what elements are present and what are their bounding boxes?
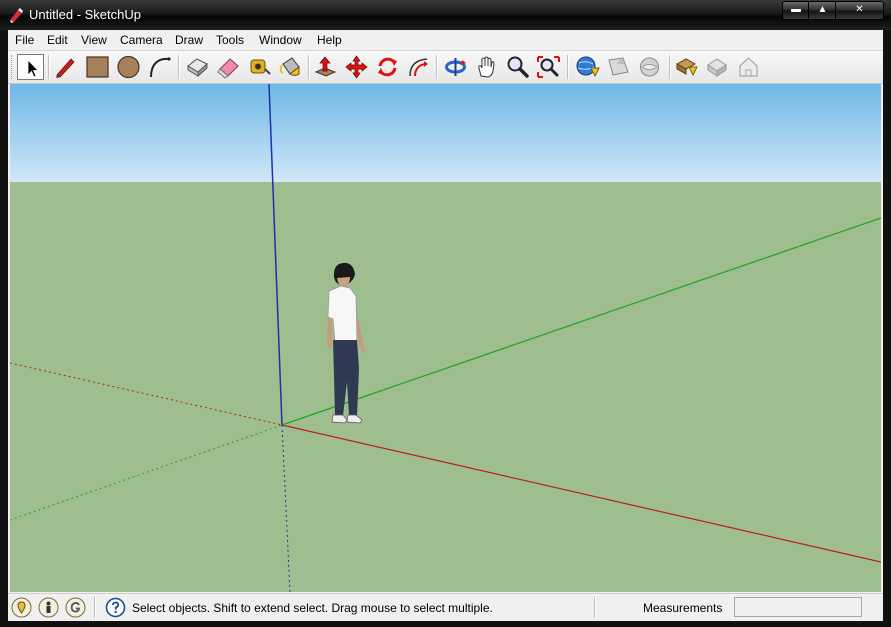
menu-view[interactable]: View — [81, 33, 107, 47]
status-separator — [594, 597, 596, 618]
status-separator — [94, 597, 96, 618]
maximize-button[interactable]: ▲ — [808, 1, 837, 20]
offset-icon — [409, 58, 428, 77]
menu-window[interactable]: Window — [259, 33, 302, 47]
menu-edit[interactable]: Edit — [47, 33, 68, 47]
main-toolbar — [8, 51, 883, 84]
zoom-extents-tool[interactable] — [535, 54, 562, 80]
menu-bar: File Edit View Camera Draw Tools Window … — [8, 30, 883, 51]
minimize-button[interactable]: ▬ — [782, 1, 810, 20]
eraser-tool[interactable] — [215, 54, 242, 80]
eraser-icon — [217, 58, 239, 79]
client-area: File Edit View Camera Draw Tools Window … — [8, 30, 883, 621]
drawing-viewport[interactable] — [10, 84, 881, 592]
move-icon — [345, 55, 368, 79]
menu-file[interactable]: File — [15, 33, 34, 47]
application-window: Untitled - SketchUp ▬ ▲ ✕ File Edit View… — [0, 0, 891, 627]
sketchup-app-icon — [8, 7, 24, 23]
pan-tool[interactable] — [473, 54, 500, 80]
offset-tool[interactable] — [405, 54, 432, 80]
title-bar[interactable]: Untitled - SketchUp ▬ ▲ ✕ — [0, 0, 891, 30]
sky — [10, 84, 881, 182]
window-title: Untitled - SketchUp — [29, 7, 141, 22]
tape-measure-icon — [250, 59, 271, 75]
extension-icon — [707, 58, 727, 77]
select-tool[interactable] — [17, 54, 44, 80]
line-tool[interactable] — [52, 54, 79, 80]
share-component-tool[interactable] — [636, 54, 663, 80]
pencil-icon — [56, 58, 75, 78]
hand-icon — [478, 56, 495, 78]
magnifier-icon — [507, 56, 529, 78]
google-sign-in-icon[interactable] — [65, 597, 86, 618]
paint-bucket-tool[interactable] — [277, 54, 304, 80]
photo-texture-icon — [675, 58, 698, 77]
status-message: Select objects. Shift to extend select. … — [132, 601, 493, 615]
tape-measure-tool[interactable] — [246, 54, 273, 80]
push-pull-tool[interactable] — [312, 54, 339, 80]
rotate-icon — [378, 57, 397, 77]
measurements-label: Measurements — [643, 601, 723, 615]
paint-bucket-icon — [279, 57, 300, 76]
toolbar-separator — [48, 55, 50, 79]
arrow-cursor-icon — [27, 59, 39, 78]
toolbar-grip[interactable] — [11, 55, 15, 79]
component-icon — [187, 58, 208, 78]
toolbar-separator — [308, 55, 310, 79]
make-component-tool[interactable] — [184, 54, 211, 80]
menu-camera[interactable]: Camera — [120, 33, 163, 47]
status-bar: Select objects. Shift to extend select. … — [8, 593, 883, 621]
rectangle-icon — [86, 56, 109, 78]
help-icon[interactable] — [105, 597, 126, 618]
toolbar-separator — [178, 55, 180, 79]
circle-icon — [117, 55, 140, 79]
menu-help[interactable]: Help — [317, 33, 342, 47]
ground — [10, 182, 881, 592]
menu-tools[interactable]: Tools — [216, 33, 244, 47]
share-model-tool[interactable] — [605, 54, 632, 80]
menu-draw[interactable]: Draw — [175, 33, 203, 47]
house-icon — [739, 57, 758, 77]
geo-location-icon[interactable] — [11, 597, 32, 618]
arc-icon — [150, 57, 171, 78]
share-component-icon — [640, 57, 659, 77]
credits-icon[interactable] — [38, 597, 59, 618]
push-pull-icon — [314, 56, 337, 77]
orbit-icon — [445, 58, 466, 76]
zoom-tool[interactable] — [504, 54, 531, 80]
measurements-input[interactable] — [734, 597, 862, 617]
warehouse-globe-icon — [576, 56, 600, 78]
get-models-tool[interactable] — [574, 54, 601, 80]
zoom-extents-icon — [537, 56, 560, 78]
move-tool[interactable] — [343, 54, 370, 80]
extension-warehouse-tool[interactable] — [704, 54, 731, 80]
close-button[interactable]: ✕ — [835, 1, 884, 20]
arc-tool[interactable] — [146, 54, 173, 80]
toolbar-separator — [669, 55, 671, 79]
scene-canvas[interactable] — [10, 84, 881, 592]
get-photo-texture-tool[interactable] — [673, 54, 700, 80]
rotate-tool[interactable] — [374, 54, 401, 80]
toolbar-separator — [567, 55, 569, 79]
toolbar-separator — [436, 55, 438, 79]
circle-tool[interactable] — [115, 54, 142, 80]
rectangle-tool[interactable] — [84, 54, 111, 80]
share-model-icon — [608, 57, 629, 76]
preview-3d-tool[interactable] — [735, 54, 762, 80]
orbit-tool[interactable] — [442, 54, 469, 80]
